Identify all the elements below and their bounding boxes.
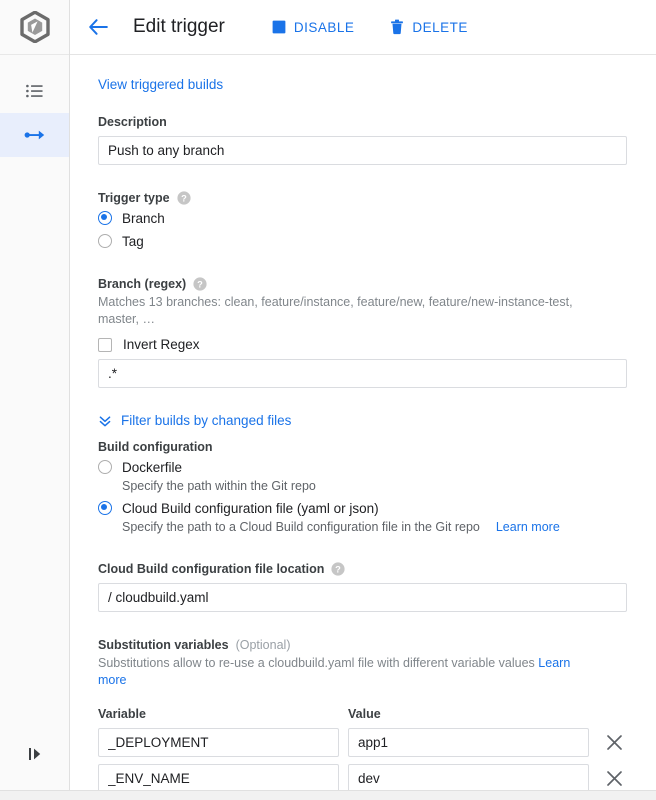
close-x-icon [606,771,622,786]
variable-name-input[interactable] [98,764,339,793]
config-file-location-group: Cloud Build configuration file location … [98,562,656,612]
radio-tag-icon [98,234,112,248]
cloud-build-hexagon-logo-icon [19,11,50,43]
substitution-helper-text: Substitutions allow to re-use a cloudbui… [98,655,583,689]
build-config-option-cloudbuild[interactable]: Cloud Build configuration file (yaml or … [98,498,656,518]
build-config-dockerfile-description: Specify the path within the Git repo [122,477,656,495]
config-file-location-input[interactable] [98,583,627,612]
help-circle-icon[interactable]: ? [193,277,207,291]
build-config-cloudbuild-label: Cloud Build configuration file (yaml or … [122,500,379,516]
cloud-build-logo [0,0,69,55]
expand-panel-icon [28,748,40,760]
branch-regex-label-text: Branch (regex) [98,277,187,291]
help-circle-icon[interactable]: ? [331,562,345,576]
back-button[interactable] [84,12,114,42]
main-panel: Edit trigger DISABLE DELETE View trigger… [70,0,656,800]
invert-regex-checkbox-row[interactable]: Invert Regex [98,337,656,352]
variable-value-input[interactable] [348,728,589,757]
invert-regex-checkbox-icon [98,337,112,352]
page-title: Edit trigger [133,16,225,37]
view-triggered-builds-link[interactable]: View triggered builds [98,77,223,92]
disable-button[interactable]: DISABLE [272,20,355,35]
page-header: Edit trigger DISABLE DELETE [70,0,656,55]
expand-navigation-button[interactable] [0,744,69,764]
build-config-cloudbuild-description: Specify the path to a Cloud Build config… [122,518,656,536]
trigger-type-tag-label: Tag [122,233,144,249]
remove-variable-button[interactable] [597,728,631,757]
trigger-type-label: Trigger type ? [98,191,656,205]
trigger-type-option-tag[interactable]: Tag [98,231,656,251]
edit-trigger-page: Edit trigger DISABLE DELETE View trigger… [0,0,656,800]
double-chevron-down-icon [99,415,111,426]
trash-icon [391,19,404,35]
column-header-value: Value [348,707,381,721]
radio-branch-icon [98,211,112,225]
filter-builds-by-changed-files-toggle[interactable]: Filter builds by changed files [98,413,656,428]
branch-regex-group: Branch (regex) ? Matches 13 branches: cl… [98,277,656,388]
arrow-left-icon [89,19,108,35]
delete-button-label: DELETE [412,19,468,35]
form-content: View triggered builds Description Trigge… [70,55,656,800]
build-configuration-group: Build configuration Dockerfile Specify t… [98,440,656,536]
close-x-icon [606,735,622,750]
list-icon [25,84,43,98]
description-input[interactable] [98,136,627,165]
branch-regex-input[interactable] [98,359,627,388]
svg-text:?: ? [197,279,203,289]
left-navigation-rail [0,0,70,800]
variable-name-input[interactable] [98,728,339,757]
delete-button[interactable]: DELETE [390,19,468,35]
sidebar-item-builds-history[interactable] [0,69,69,113]
trigger-arrow-icon [24,130,44,140]
rail-items [0,55,69,157]
radio-cloudbuild-icon [98,501,112,515]
table-row [98,728,656,757]
cloudbuild-sub-text: Specify the path to a Cloud Build config… [122,520,480,534]
radio-dockerfile-icon [98,460,112,474]
invert-regex-label: Invert Regex [123,337,200,352]
cloudbuild-learn-more-link[interactable]: Learn more [496,518,560,536]
substitution-variables-label-text: Substitution variables [98,638,229,652]
description-field-group: Description [98,115,656,165]
sidebar-item-triggers[interactable] [0,113,69,157]
config-file-location-label-text: Cloud Build configuration file location [98,562,325,576]
trigger-type-label-text: Trigger type [98,191,170,205]
substitution-optional-tag: (Optional) [235,638,291,652]
header-actions: DISABLE DELETE [272,19,468,35]
branch-matches-text: Matches 13 branches: clean, feature/inst… [98,295,573,326]
table-row [98,764,656,793]
substitution-variables-group: Substitution variables (Optional) Substi… [98,638,656,800]
variables-table-header: Variable Value [98,707,656,721]
disable-button-label: DISABLE [293,19,355,35]
svg-text:?: ? [181,193,187,203]
build-configuration-label: Build configuration [98,440,213,454]
build-config-dockerfile-label: Dockerfile [122,459,183,475]
trigger-type-option-branch[interactable]: Branch [98,208,656,228]
build-config-option-dockerfile[interactable]: Dockerfile [98,457,656,477]
dockerfile-sub-text: Specify the path within the Git repo [122,479,316,493]
svg-text:?: ? [336,564,342,574]
trigger-type-group: Trigger type ? Branch Tag [98,191,656,251]
description-label: Description [98,115,167,129]
substitution-helper-sentence: Substitutions allow to re-use a cloudbui… [98,656,535,670]
bottom-strip [0,790,656,800]
filter-builds-label: Filter builds by changed files [121,413,292,428]
stop-square-icon [272,20,286,34]
variable-value-input[interactable] [348,764,589,793]
help-circle-icon[interactable]: ? [176,191,191,205]
substitution-variables-label: Substitution variables (Optional) [98,638,656,652]
trigger-type-branch-label: Branch [122,210,165,226]
remove-variable-button[interactable] [597,764,631,793]
branch-regex-label: Branch (regex) ? [98,277,656,291]
config-file-location-label: Cloud Build configuration file location … [98,562,656,576]
column-header-variable: Variable [98,707,146,721]
